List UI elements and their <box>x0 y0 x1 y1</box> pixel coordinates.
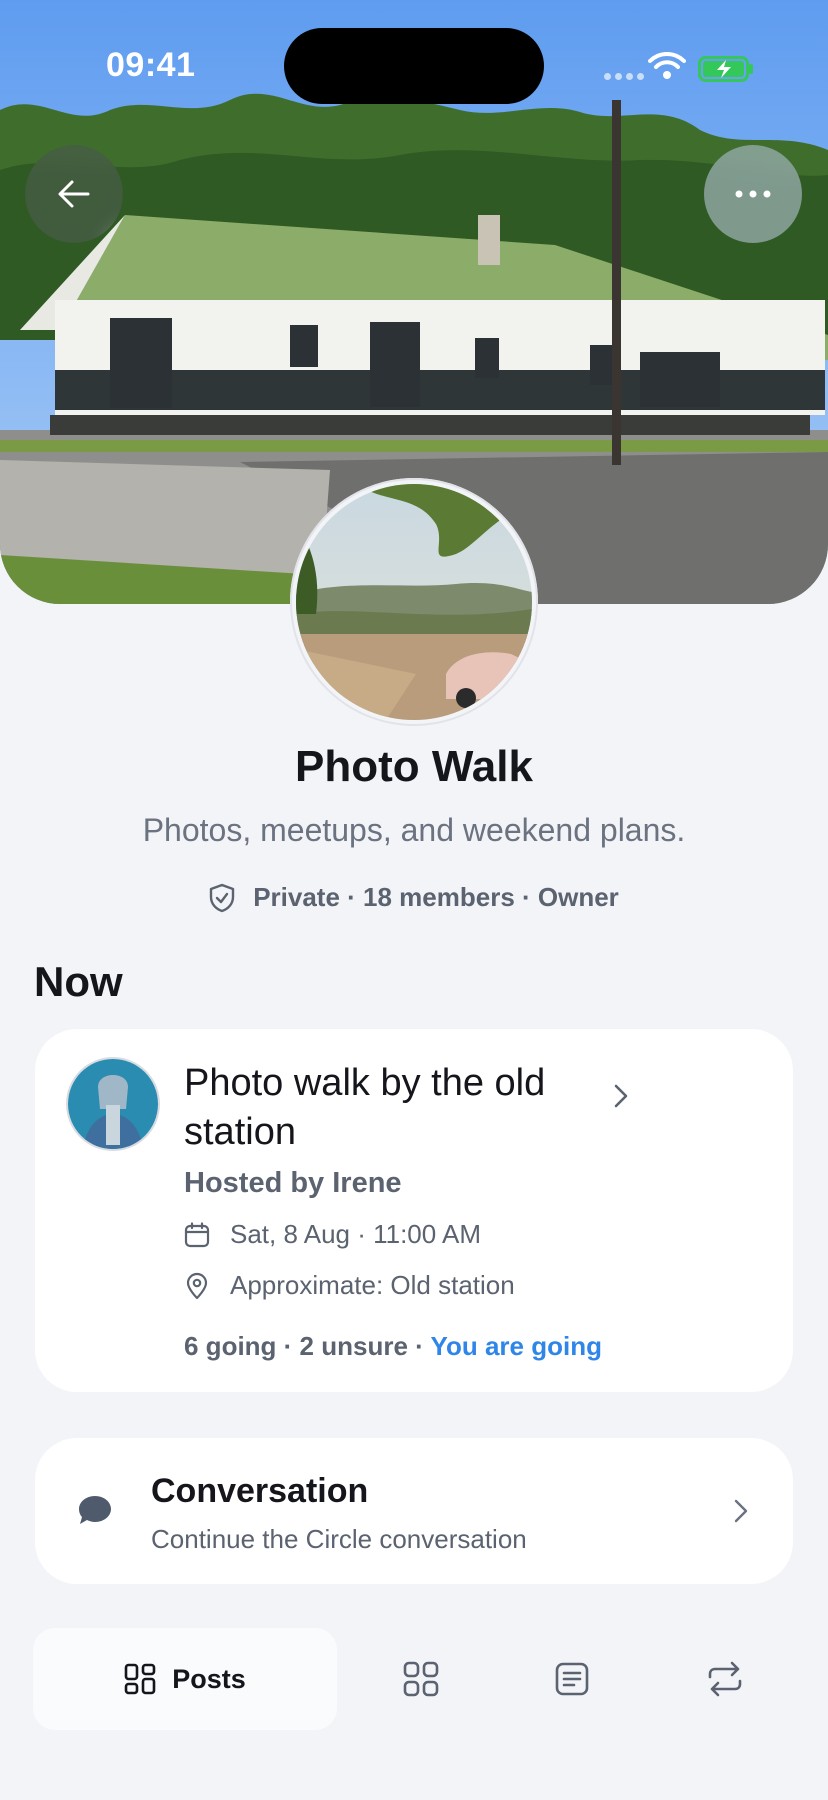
more-options-button[interactable] <box>704 145 802 243</box>
group-avatar <box>290 478 538 726</box>
battery-charging-icon <box>698 56 753 82</box>
conversation-subtitle: Continue the Circle conversation <box>151 1524 527 1554</box>
chevron-right-icon <box>614 1084 628 1108</box>
event-title[interactable]: Photo walk by the old station <box>184 1059 644 1157</box>
host-avatar <box>68 1059 158 1149</box>
shield-check-icon <box>209 883 235 912</box>
calendar-icon <box>184 1221 210 1247</box>
ellipsis-icon <box>735 190 771 198</box>
conversation-title: Conversation <box>151 1472 369 1510</box>
posts-grid-icon <box>124 1663 156 1695</box>
now-section-title: Now <box>34 958 123 1005</box>
group-title: Photo Walk <box>295 742 533 791</box>
back-button[interactable] <box>25 145 123 243</box>
event-card[interactable]: Photo walk by the old station Hosted by … <box>35 1029 793 1392</box>
location-pin-icon <box>186 1272 208 1299</box>
event-host: Hosted by Irene <box>184 1167 402 1199</box>
event-date: Sat, 8 Aug · 11:00 AM <box>230 1219 482 1249</box>
event-location: Approximate: Old station <box>230 1270 515 1300</box>
signal-icon <box>604 73 644 80</box>
repeat-icon[interactable] <box>706 1661 744 1697</box>
event-counts: 6 going · 2 unsure · <box>184 1331 431 1361</box>
group-meta: Private · 18 members · Owner <box>0 882 828 913</box>
arrow-left-icon <box>58 180 90 208</box>
conversation-card[interactable]: Conversation Continue the Circle convers… <box>35 1438 793 1584</box>
rsvp-status[interactable]: You are going <box>431 1331 602 1361</box>
camera-notch <box>284 28 544 104</box>
event-date-row: Sat, 8 Aug · 11:00 AM <box>184 1219 481 1250</box>
event-attendance: 6 going · 2 unsure · You are going <box>184 1331 602 1362</box>
chevron-right-icon <box>734 1499 748 1523</box>
apps-grid-icon[interactable] <box>403 1661 439 1697</box>
chat-bubble-icon <box>79 1496 111 1524</box>
tab-posts[interactable]: Posts <box>33 1628 337 1730</box>
event-location-row: Approximate: Old station <box>184 1270 515 1301</box>
wifi-icon <box>648 52 686 79</box>
status-time: 09:41 <box>106 46 196 84</box>
group-subtitle: Photos, meetups, and weekend plans. <box>142 812 686 848</box>
tab-posts-label: Posts <box>172 1663 246 1694</box>
document-list-icon[interactable] <box>554 1661 590 1697</box>
group-meta-text: Private · 18 members · Owner <box>253 882 619 912</box>
